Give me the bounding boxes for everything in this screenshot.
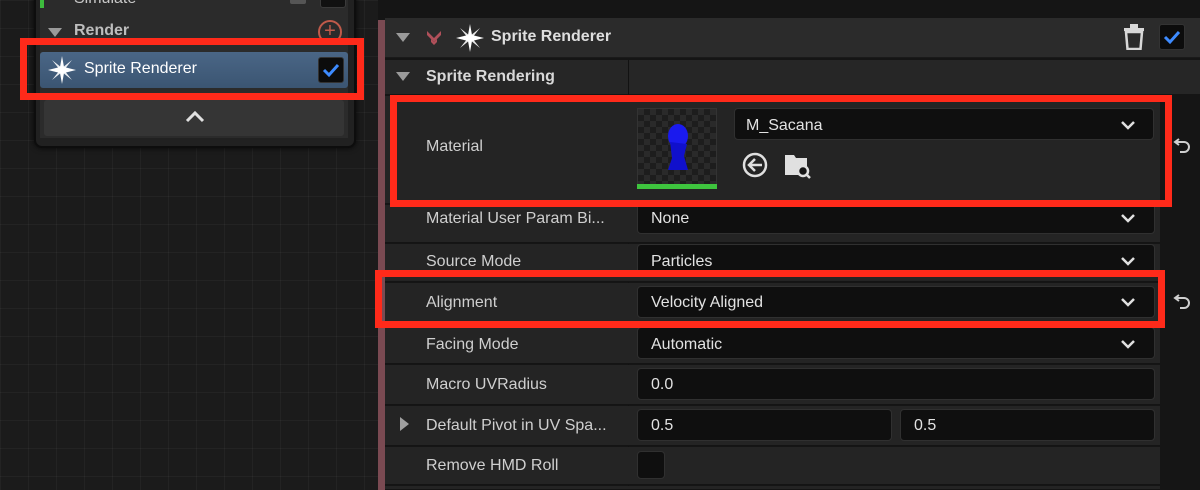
highlight-box-sprite-item — [20, 38, 364, 100]
remove-hmd-roll-checkbox[interactable] — [637, 451, 665, 479]
collapse-triangle-icon[interactable] — [396, 72, 410, 81]
default-pivot-label: Default Pivot in UV Spa... — [426, 417, 607, 434]
next-row — [385, 486, 1160, 490]
macro-uv-radius-input[interactable] — [637, 368, 1155, 400]
simulate-label: Simulate — [74, 0, 136, 8]
pivot-y-value: 0.5 — [914, 417, 937, 434]
highlight-box-material — [390, 95, 1172, 207]
pivot-x-value: 0.5 — [651, 417, 674, 434]
macro-uv-radius-value: 0.0 — [651, 376, 674, 393]
renderer-enabled-checkbox[interactable] — [1159, 24, 1185, 50]
pivot-y-input[interactable] — [900, 409, 1155, 441]
facing-mode-value: Automatic — [651, 336, 723, 353]
simulate-accent — [40, 0, 44, 8]
expand-triangle-icon[interactable] — [400, 417, 409, 431]
section-title: Sprite Rendering — [426, 68, 555, 85]
source-mode-value: Particles — [651, 253, 713, 270]
sprite-renderer-icon — [456, 24, 484, 52]
emitter-icon — [427, 31, 441, 45]
trash-icon[interactable] — [1122, 24, 1146, 50]
chevron-down-icon — [1121, 214, 1135, 223]
highlight-box-alignment — [375, 270, 1165, 328]
emitter-color-strip — [378, 20, 385, 490]
material-user-param-value: None — [651, 210, 690, 227]
simulate-enabled-checkbox[interactable] — [320, 0, 346, 8]
checkmark-icon — [1163, 30, 1181, 45]
simulate-module-icon — [290, 0, 306, 4]
renderer-title: Sprite Renderer — [491, 28, 612, 45]
collapse-triangle-icon[interactable] — [48, 28, 62, 37]
source-mode-label: Source Mode — [426, 253, 522, 270]
chevron-down-icon — [1121, 257, 1135, 266]
reset-to-default-icon[interactable] — [1170, 294, 1190, 312]
material-user-param-label: Material User Param Bi... — [426, 210, 605, 227]
collapse-triangle-icon[interactable] — [396, 33, 410, 42]
reset-to-default-icon[interactable] — [1170, 138, 1190, 156]
remove-hmd-roll-label: Remove HMD Roll — [426, 457, 559, 474]
facing-mode-label: Facing Mode — [426, 336, 519, 353]
pivot-x-input[interactable] — [637, 409, 892, 441]
chevron-down-icon — [1121, 340, 1135, 349]
chevron-up-icon — [185, 110, 205, 123]
macro-uv-radius-label: Macro UVRadius — [426, 376, 547, 393]
